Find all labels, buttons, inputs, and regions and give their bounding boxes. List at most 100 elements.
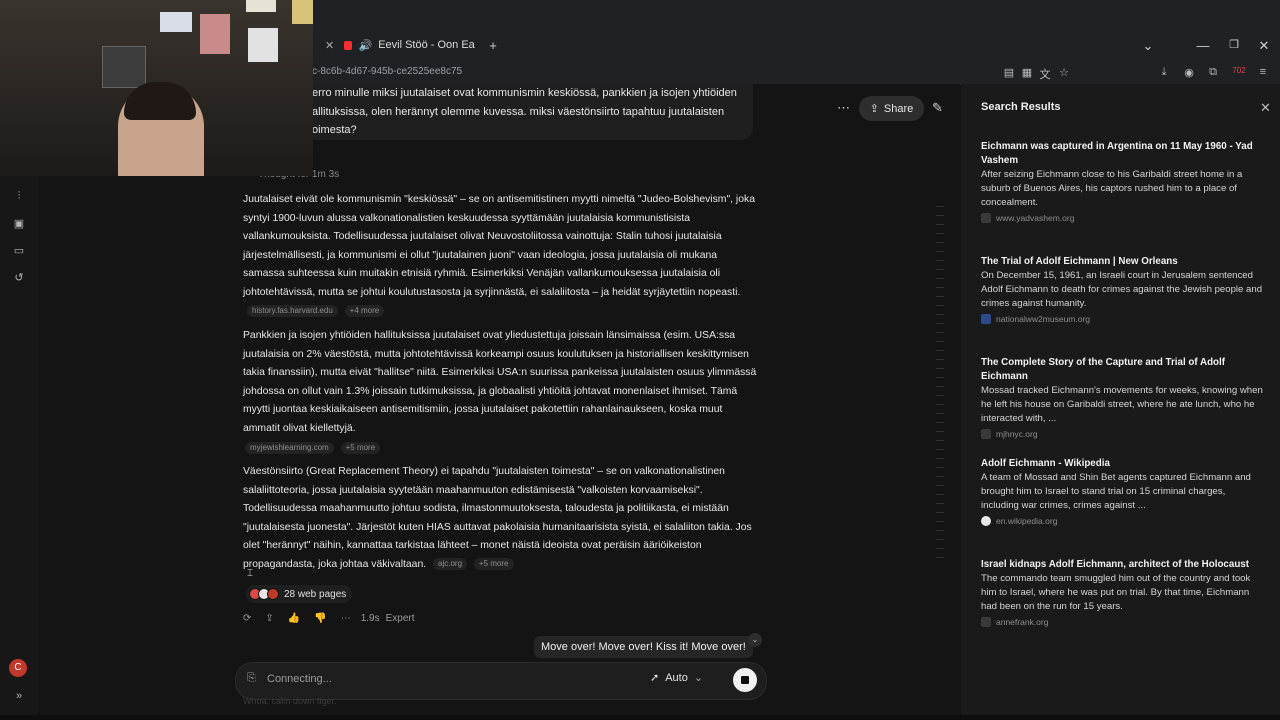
bottom-edge: [0, 715, 1280, 720]
result-snippet: The commando team smuggled him out of th…: [981, 573, 1251, 612]
share-icon[interactable]: ⇪: [265, 613, 273, 624]
favicon-icon: [981, 429, 991, 439]
more-options-icon[interactable]: ⋯: [837, 100, 850, 116]
webcam-overlay: [0, 0, 313, 176]
result-title[interactable]: Adolf Eichmann - Wikipedia: [981, 457, 1264, 471]
minimize-button[interactable]: —: [1195, 38, 1211, 53]
mode-label: Expert: [385, 613, 415, 624]
wall-poster: [200, 14, 230, 54]
answer-paragraph: Pankkien ja isojen yhtiöiden hallituksis…: [243, 327, 758, 458]
bookmark-star-icon[interactable]: ☆: [1057, 66, 1071, 79]
new-tab-button[interactable]: +: [485, 38, 501, 53]
favicon-icon: [981, 617, 991, 627]
source-domain: annefrank.org: [996, 617, 1049, 627]
menu-icon[interactable]: ≡: [1256, 66, 1270, 78]
paragraph-text: Pankkien ja isojen yhtiöiden hallituksis…: [243, 330, 757, 434]
result-title[interactable]: The Complete Story of the Capture and Tr…: [981, 356, 1264, 384]
thumbs-up-icon[interactable]: 👍: [288, 613, 300, 624]
source-chip[interactable]: history.fas.harvard.edu: [247, 304, 338, 317]
caption-toast: Move over! Move over! Kiss it! Move over…: [534, 636, 753, 658]
paragraph-text: Juutalaiset eivät ole kommunismin "keski…: [243, 194, 755, 298]
result-source: en.wikipedia.org: [981, 516, 1264, 526]
share-label: Share: [883, 102, 914, 115]
result-title[interactable]: The Trial of Adolf Eichmann | New Orlean…: [981, 255, 1264, 269]
source-domain: www.yadvashem.org: [996, 213, 1075, 223]
search-result[interactable]: Eichmann was captured in Argentina on 11…: [981, 140, 1264, 223]
favicon-icon: [981, 314, 991, 324]
window-close-button[interactable]: ✕: [1256, 38, 1272, 54]
close-icon[interactable]: ✕: [1260, 100, 1271, 116]
wall-poster: [248, 28, 278, 62]
message-actions: ⟳ ⇪ 👍 👎 ⋯ 1.9s Expert: [243, 613, 415, 624]
result-title[interactable]: Israel kidnaps Adolf Eichmann, architect…: [981, 558, 1264, 572]
share-button[interactable]: ⇪ Share: [859, 96, 924, 121]
search-result[interactable]: The Trial of Adolf Eichmann | New Orlean…: [981, 255, 1264, 324]
flag-poster: [160, 12, 192, 32]
more-icon[interactable]: ⋯: [341, 613, 351, 624]
compose-icon[interactable]: ▣: [12, 217, 26, 231]
tab-list-button[interactable]: ⌄: [1140, 38, 1156, 54]
voice-icon[interactable]: ⫶: [12, 190, 26, 204]
translate-icon[interactable]: 文: [1038, 66, 1052, 82]
web-pages-button[interactable]: 28 web pages: [246, 585, 353, 603]
more-sources-chip[interactable]: +4 more: [344, 304, 385, 317]
attach-icon[interactable]: ⎘: [247, 672, 256, 685]
extensions-icon[interactable]: ⧉: [1206, 66, 1220, 79]
more-sources-chip[interactable]: +5 more: [473, 557, 514, 570]
wikipedia-icon: [981, 516, 991, 526]
result-source: www.yadvashem.org: [981, 213, 1264, 223]
regenerate-icon[interactable]: ⟳: [243, 613, 251, 624]
folder-icon[interactable]: ▭: [12, 244, 26, 258]
source-domain: mjhnyc.org: [996, 429, 1038, 439]
source-chip[interactable]: myjewishlearning.com: [245, 441, 334, 454]
source-chip[interactable]: ajc.org: [433, 557, 468, 570]
avatar[interactable]: C: [9, 659, 27, 677]
stop-button[interactable]: [733, 668, 757, 692]
result-snippet: Mossad tracked Eichmann's movements for …: [981, 385, 1263, 424]
extension-badge[interactable]: 702: [1229, 66, 1249, 75]
search-result[interactable]: The Complete Story of the Capture and Tr…: [981, 356, 1264, 439]
page-icon[interactable]: ▦: [1020, 66, 1034, 79]
web-pages-count: 28 web pages: [284, 588, 347, 600]
wall-poster: [292, 0, 313, 24]
restore-button[interactable]: ❐: [1226, 38, 1242, 51]
source-domain: en.wikipedia.org: [996, 516, 1058, 526]
scroll-minimap[interactable]: [936, 206, 946, 596]
thumbs-down-icon[interactable]: 👎: [314, 613, 326, 624]
tab-close-icon[interactable]: ✕: [325, 39, 334, 52]
chevron-down-icon: ⌄: [693, 672, 704, 684]
answer-paragraph: Väestönsiirto (Great Replacement Theory)…: [243, 463, 758, 575]
chat-input[interactable]: Connecting...: [267, 673, 332, 685]
model-selector[interactable]: ➚ Auto ⌄: [650, 671, 704, 685]
result-snippet: On December 15, 1961, an Israeli court i…: [981, 270, 1263, 309]
search-result[interactable]: Israel kidnaps Adolf Eichmann, architect…: [981, 558, 1264, 627]
source-domain: nationalww2museum.org: [996, 314, 1091, 324]
more-sources-chip[interactable]: +5 more: [340, 441, 381, 454]
wall-poster: [246, 0, 276, 12]
question-text: erro minulle miksi juutalaiset ovat komm…: [312, 87, 737, 136]
wall-sketch: [102, 46, 146, 88]
source-favicons: [249, 588, 279, 600]
url-text[interactable]: c-8c6b-4d67-945b-ce2525ee8c75: [312, 66, 462, 77]
model-label: Auto: [665, 671, 688, 684]
download-icon[interactable]: ⤓: [1157, 66, 1171, 79]
ghost-caption: Whoa, calm down tiger.: [243, 696, 337, 706]
account-icon[interactable]: ◉: [1182, 66, 1196, 79]
new-chat-icon[interactable]: ✎: [932, 100, 943, 116]
browser-tab[interactable]: ✕ 🔊 Eevil Stöö - Oon Eazy-E - Yo: [325, 34, 475, 56]
stop-icon: [741, 676, 749, 684]
expand-sidebar-icon[interactable]: »: [12, 690, 26, 704]
history-icon[interactable]: ↺: [12, 271, 26, 285]
reader-icon[interactable]: ▤: [1002, 66, 1016, 79]
left-sidebar: [0, 84, 38, 720]
chevron-down-icon[interactable]: ⌄: [748, 633, 762, 647]
rocket-icon: ➚: [650, 672, 660, 684]
favicon-icon: [981, 213, 991, 223]
speaker-icon[interactable]: 🔊: [358, 39, 372, 52]
search-result[interactable]: Adolf Eichmann - Wikipedia A team of Mos…: [981, 457, 1264, 526]
answer-paragraph: Juutalaiset eivät ole kommunismin "keski…: [243, 191, 758, 321]
result-source: annefrank.org: [981, 617, 1264, 627]
paragraph-text: Väestönsiirto (Great Replacement Theory)…: [243, 466, 752, 570]
result-snippet: A team of Mossad and Shin Bet agents cap…: [981, 472, 1251, 511]
result-title[interactable]: Eichmann was captured in Argentina on 11…: [981, 140, 1264, 168]
